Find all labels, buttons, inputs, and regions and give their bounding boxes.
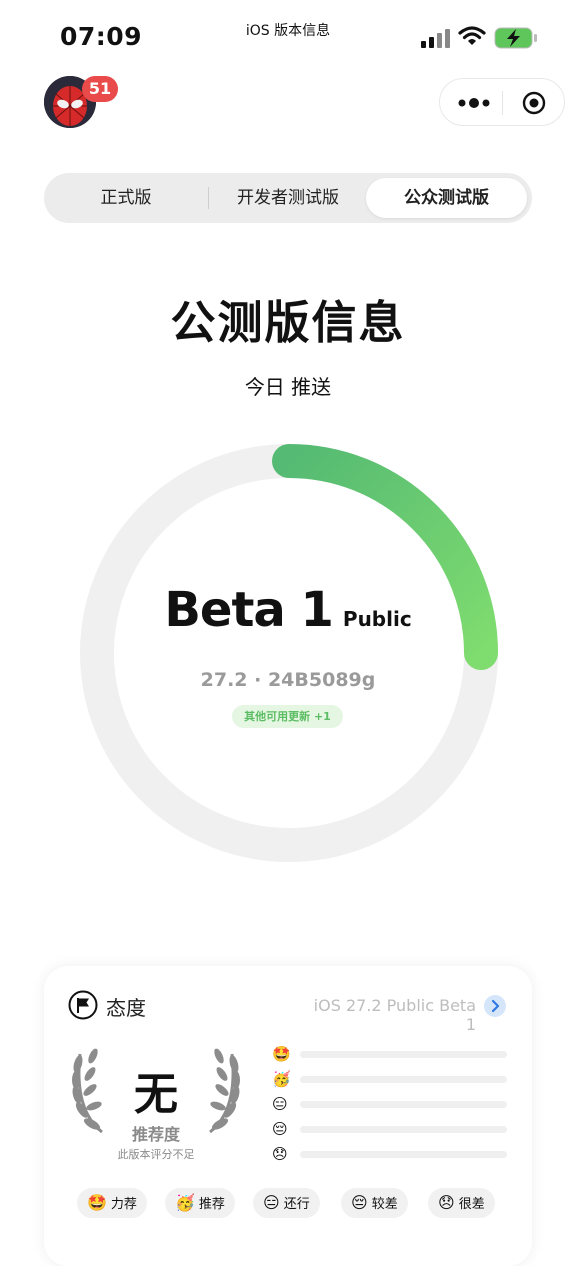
vote-label: 推荐 [198, 1197, 225, 1212]
tab-developer-beta[interactable]: 开发者测试版 [208, 173, 368, 223]
vote-label: 较差 [371, 1197, 398, 1212]
distribution-row: 😔 [272, 1119, 512, 1139]
version-tag: Public [342, 607, 412, 631]
vote-button-okay[interactable]: 😑 还行 [253, 1188, 320, 1218]
distribution-row: 🥳 [272, 1069, 512, 1089]
vote-button-bad[interactable]: 😞 很差 [428, 1188, 495, 1218]
rating-label: 推荐度 [131, 1125, 180, 1144]
release-type-tabs: 正式版 开发者测试版 公众测试版 [44, 173, 532, 223]
rating-value: 无 [134, 1069, 178, 1120]
progress-ring [80, 444, 498, 862]
distribution-row: 🤩 [272, 1044, 512, 1064]
expressionless-emoji-icon: 😑 [272, 1095, 288, 1113]
tab-public-beta[interactable]: 公众测试版 [366, 173, 527, 223]
version-ref[interactable]: iOS 27.2 Public Beta 1 [300, 996, 476, 1034]
version-name-block: Beta 1 Public [0, 582, 576, 638]
distribution-bar [300, 1151, 507, 1158]
pensive-emoji-icon: 😔 [272, 1120, 288, 1138]
vote-label: 还行 [283, 1197, 310, 1212]
laurel-left-icon [72, 1048, 103, 1134]
star-struck-emoji-icon: 🤩 [87, 1193, 107, 1212]
party-face-emoji-icon: 🥳 [175, 1193, 195, 1212]
star-struck-emoji-icon: 🤩 [272, 1045, 291, 1063]
flag-icon [68, 990, 98, 1020]
notification-badge: 51 [82, 76, 118, 102]
page-title: 公测版信息 [170, 296, 406, 349]
capsule-divider [502, 91, 503, 115]
distribution-bar [300, 1076, 507, 1083]
disappointed-emoji-icon: 😞 [438, 1193, 455, 1212]
pensive-emoji-icon: 😔 [351, 1193, 368, 1212]
distribution-bar [300, 1126, 507, 1133]
vote-label: 很差 [458, 1197, 485, 1212]
vote-label: 力荐 [110, 1197, 137, 1212]
status-center-title: iOS 版本信息 [245, 23, 331, 39]
vote-button-poor[interactable]: 😔 较差 [341, 1188, 408, 1218]
attitude-title: 态度 [106, 996, 146, 1020]
rating-note: 此版本评分不足 [117, 1148, 195, 1161]
distribution-bar [300, 1101, 507, 1108]
laurel-right-icon [209, 1048, 240, 1134]
other-updates-pill[interactable]: 其他可用更新 +1 [232, 705, 343, 728]
distribution-row: 😞 [272, 1144, 512, 1164]
more-dots-icon[interactable] [456, 93, 496, 113]
cellular-signal-icon [421, 28, 451, 48]
target-icon[interactable] [522, 91, 546, 115]
expressionless-emoji-icon: 😑 [263, 1193, 280, 1212]
wifi-icon [458, 26, 486, 45]
chevron-right-icon[interactable] [484, 995, 506, 1017]
party-face-emoji-icon: 🥳 [272, 1070, 291, 1088]
build-number: 27.2 · 24B5089g [200, 669, 376, 691]
distribution-bar [300, 1051, 507, 1058]
mini-program-capsule [439, 78, 565, 126]
distribution-row: 😑 [272, 1094, 512, 1114]
vote-button-highly-recommend[interactable]: 🤩 力荐 [77, 1188, 147, 1218]
tab-release[interactable]: 正式版 [44, 173, 208, 223]
vote-button-recommend[interactable]: 🥳 推荐 [165, 1188, 235, 1218]
disappointed-emoji-icon: 😞 [272, 1145, 288, 1163]
version-name: Beta 1 [164, 582, 334, 638]
battery-charging-icon [494, 27, 537, 49]
push-date: 今日 推送 [244, 375, 332, 399]
